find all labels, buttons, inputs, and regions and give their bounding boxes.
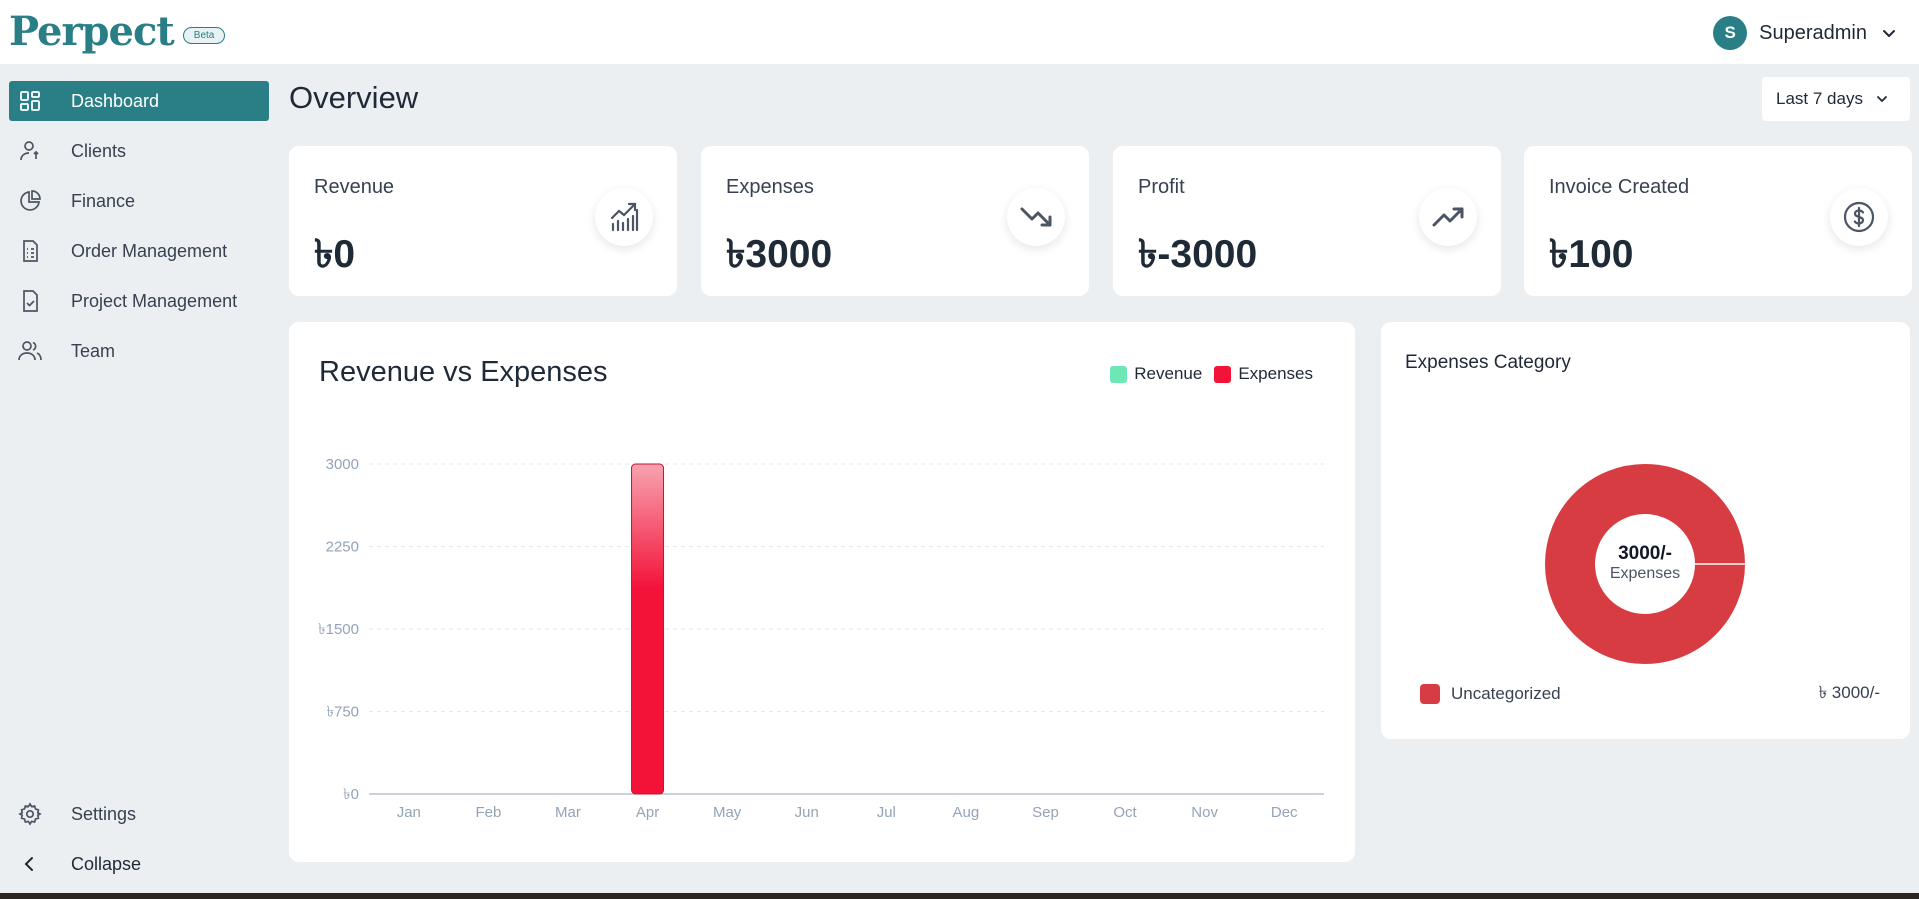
app-logo[interactable]: Perpect Beta bbox=[9, 8, 226, 56]
stat-card-invoice-created: Invoice Created ৳100 bbox=[1524, 146, 1912, 296]
stat-label: Profit bbox=[1138, 176, 1185, 198]
expenses-category-card: Expenses Category 3000/- Expenses Uncate… bbox=[1381, 322, 1910, 739]
top-bar: Perpect Beta S Superadmin bbox=[0, 0, 1919, 64]
sidebar-item-label: Clients bbox=[71, 140, 127, 161]
users-icon bbox=[17, 338, 43, 364]
revenue-vs-expenses-card: Revenue vs Expenses Revenue Expenses ৳0 ৳… bbox=[289, 322, 1355, 862]
sidebar-item-project-management[interactable]: Project Management bbox=[9, 281, 269, 321]
y-tick-label: ৳1500 bbox=[318, 621, 359, 638]
collapse-button[interactable]: Collapse bbox=[9, 844, 269, 884]
date-range-value: Last 7 days bbox=[1776, 89, 1863, 108]
y-tick-label: 3000 bbox=[326, 456, 359, 473]
user-name: Superadmin bbox=[1759, 21, 1867, 44]
sidebar-item-dashboard[interactable]: Dashboard bbox=[9, 81, 269, 121]
chevron-down-icon bbox=[1883, 30, 1895, 37]
sidebar-item-clients[interactable]: Clients bbox=[9, 131, 269, 171]
stat-card-expenses: Expenses ৳3000 bbox=[701, 146, 1089, 296]
document-list-icon bbox=[17, 238, 43, 264]
pie-chart-icon bbox=[17, 188, 43, 214]
x-tick-label: Jun bbox=[795, 804, 819, 821]
bar-chart-trend-icon bbox=[595, 188, 653, 246]
x-tick-label: Nov bbox=[1191, 804, 1218, 821]
donut-center-label: Expenses bbox=[1610, 565, 1680, 582]
settings-label: Settings bbox=[71, 803, 137, 824]
dollar-circle-icon bbox=[1830, 188, 1888, 246]
stat-value: ৳0 bbox=[314, 233, 356, 276]
x-tick-label: Feb bbox=[475, 804, 501, 821]
stat-label: Revenue bbox=[314, 176, 395, 198]
chevron-left-icon bbox=[17, 851, 43, 877]
sidebar-item-finance[interactable]: Finance bbox=[9, 181, 269, 221]
stat-value: ৳100 bbox=[1549, 233, 1634, 276]
x-tick-label: Mar bbox=[555, 804, 581, 821]
x-tick-label: Jul bbox=[877, 804, 896, 821]
x-tick-label: May bbox=[713, 804, 742, 821]
document-check-icon bbox=[17, 288, 43, 314]
collapse-label: Collapse bbox=[71, 853, 142, 874]
pie-legend-item: Uncategorized ৳ 3000/- bbox=[1420, 680, 1880, 708]
x-tick-label: Apr bbox=[636, 804, 659, 821]
chevron-down-icon bbox=[1877, 96, 1887, 103]
sidebar-item-team[interactable]: Team bbox=[9, 331, 269, 371]
avatar: S bbox=[1713, 16, 1748, 50]
bar-chart: ৳0 ৳750 ৳1500 2250 3000 Jan Feb Mar Apr May Jun Jul… bbox=[318, 456, 1324, 821]
sidebar-item-label: Team bbox=[71, 340, 116, 361]
stat-label: Expenses bbox=[726, 176, 814, 198]
legend-swatch-uncategorized bbox=[1420, 684, 1440, 704]
trend-up-icon bbox=[1419, 188, 1477, 246]
settings-button[interactable]: Settings bbox=[9, 794, 269, 834]
stat-value: ৳3000 bbox=[726, 233, 833, 276]
bottom-strip bbox=[0, 893, 1919, 899]
bar-expenses-apr bbox=[631, 463, 665, 795]
x-tick-label: Jan bbox=[397, 804, 421, 821]
x-tick-label: Aug bbox=[953, 804, 980, 821]
sidebar-item-label: Finance bbox=[71, 190, 136, 211]
page-title: Overview bbox=[289, 80, 419, 115]
y-tick-label: ৳750 bbox=[327, 704, 360, 721]
x-tick-label: Dec bbox=[1271, 804, 1298, 821]
x-tick-label: Oct bbox=[1113, 804, 1137, 821]
stat-label: Invoice Created bbox=[1549, 176, 1690, 198]
donut-center-value: 3000/- bbox=[1618, 543, 1672, 564]
beta-badge: Beta bbox=[182, 26, 226, 44]
x-tick-label: Sep bbox=[1032, 804, 1059, 821]
sidebar-item-label: Order Management bbox=[71, 240, 228, 261]
pie-legend-amount: ৳ 3000/- bbox=[1818, 683, 1880, 702]
grid-icon bbox=[17, 88, 43, 114]
user-menu[interactable]: S Superadmin bbox=[1713, 16, 1897, 50]
pie-title: Expenses Category bbox=[1405, 352, 1571, 373]
user-icon bbox=[17, 138, 43, 164]
trend-down-icon bbox=[1007, 188, 1065, 246]
sidebar-item-order-management[interactable]: Order Management bbox=[9, 231, 269, 271]
sidebar-item-label: Dashboard bbox=[71, 90, 160, 111]
stat-value: ৳-3000 bbox=[1138, 233, 1258, 276]
date-range-select[interactable]: Last 7 days bbox=[1762, 77, 1910, 121]
logo-text: Perpect bbox=[9, 8, 175, 55]
pie-legend-label: Uncategorized bbox=[1451, 684, 1561, 703]
donut-chart: 3000/- Expenses bbox=[1545, 464, 1745, 664]
stat-card-profit: Profit ৳-3000 bbox=[1113, 146, 1501, 296]
y-tick-label: ৳0 bbox=[343, 786, 359, 803]
y-tick-label: 2250 bbox=[326, 539, 359, 556]
stat-card-revenue: Revenue ৳0 bbox=[289, 146, 677, 296]
gear-icon bbox=[17, 801, 43, 827]
sidebar-item-label: Project Management bbox=[71, 290, 238, 311]
